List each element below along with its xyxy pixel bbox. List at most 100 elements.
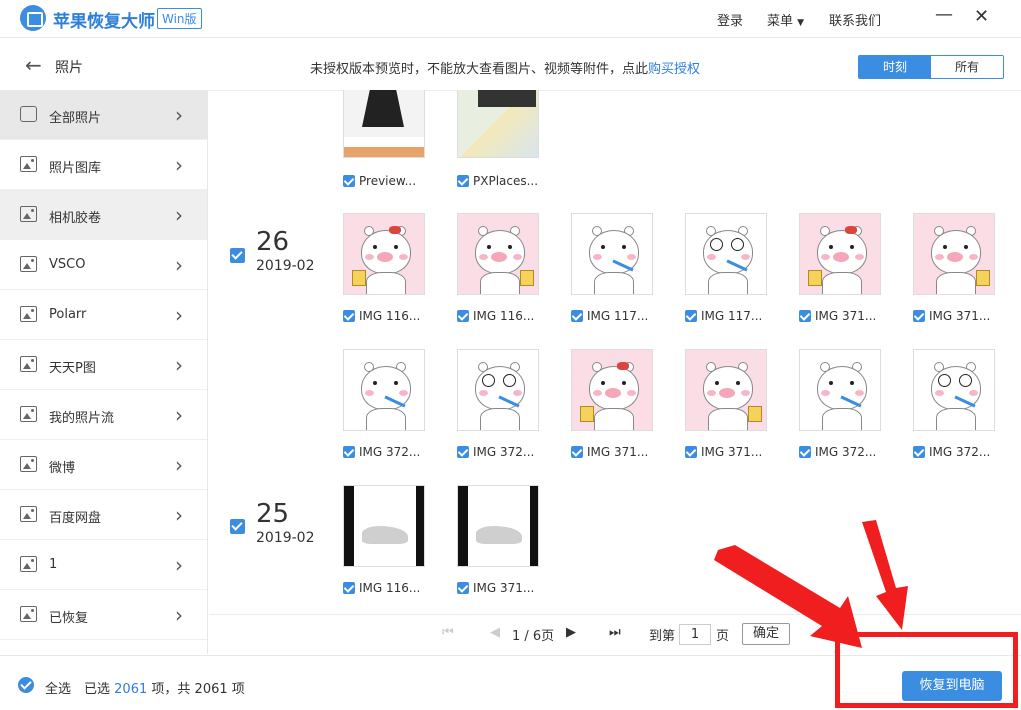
chevron-right-icon: ›: [175, 153, 183, 177]
menu-caret-icon: ▼: [797, 18, 805, 28]
photo-caption[interactable]: IMG 116...: [457, 309, 534, 323]
photo-thumbnail[interactable]: [457, 485, 539, 567]
sidebar-item-tiantian[interactable]: 天天P图 ›: [0, 340, 207, 390]
sidebar-item-recovered[interactable]: 已恢复 ›: [0, 590, 207, 640]
sidebar-item-label: 天天P图: [49, 361, 96, 376]
checkbox-checked-icon: [343, 446, 355, 458]
photo-thumbnail[interactable]: [343, 213, 425, 295]
sidebar-item-label: Polarr: [49, 307, 87, 322]
select-all-label[interactable]: 全选: [45, 678, 71, 697]
photo-caption[interactable]: IMG 371...: [457, 581, 534, 595]
back-arrow-icon[interactable]: ←: [25, 53, 42, 77]
close-button[interactable]: ✕: [974, 6, 989, 27]
photo-caption[interactable]: IMG 117...: [571, 309, 648, 323]
photo-caption[interactable]: IMG 372...: [799, 445, 876, 459]
photo-caption[interactable]: IMG 372...: [457, 445, 534, 459]
next-page-icon[interactable]: ▶: [566, 625, 576, 640]
menu-link[interactable]: 菜单 ▼: [767, 10, 804, 29]
menu-label: 菜单: [767, 14, 794, 29]
chevron-right-icon: ›: [175, 253, 183, 277]
image-icon: [20, 256, 37, 272]
image-icon: [20, 356, 37, 372]
minimize-button[interactable]: —: [935, 4, 953, 25]
sidebar-item-label: 照片图库: [49, 161, 102, 176]
prev-page-icon[interactable]: ◀: [490, 625, 500, 640]
sidebar-item-label: 1: [49, 557, 58, 572]
selected-count: 2061: [114, 682, 148, 697]
photo-thumbnail[interactable]: [343, 90, 425, 158]
pagination: ⏮ ◀ 1 / 6页 ▶ ⏭ 到第 1 页 确定: [209, 614, 1021, 654]
photo-thumbnail[interactable]: [913, 213, 995, 295]
photo-caption[interactable]: IMG 371...: [571, 445, 648, 459]
buy-license-link[interactable]: 购买授权: [648, 62, 700, 77]
sidebar-item-weibo[interactable]: 微博 ›: [0, 440, 207, 490]
group-select-checkbox[interactable]: [230, 519, 245, 534]
tab-all[interactable]: 所有: [931, 56, 1003, 78]
photo-thumbnail[interactable]: [571, 349, 653, 431]
photo-caption[interactable]: IMG 117...: [685, 309, 762, 323]
sidebar-item-all-photos[interactable]: 全部照片 ›: [0, 90, 207, 140]
photo-thumbnail[interactable]: [913, 349, 995, 431]
photo-thumbnail[interactable]: [571, 213, 653, 295]
photo-thumbnail[interactable]: [343, 349, 425, 431]
first-page-icon[interactable]: ⏮: [442, 625, 454, 640]
photo-caption[interactable]: IMG 371...: [913, 309, 990, 323]
group-select-checkbox[interactable]: [230, 248, 245, 263]
chevron-right-icon: ›: [175, 103, 183, 127]
last-page-icon[interactable]: ⏭: [609, 625, 621, 640]
sidebar-item-1[interactable]: 1 ›: [0, 540, 207, 590]
sidebar-item-label: 已恢复: [49, 611, 89, 626]
image-icon: [20, 506, 37, 522]
recover-to-computer-button[interactable]: 恢复到电脑: [902, 671, 1002, 701]
photo-thumbnail[interactable]: [799, 213, 881, 295]
sidebar-item-label: 全部照片: [49, 111, 102, 126]
group-year-month: 2019-02: [256, 258, 315, 274]
checkbox-checked-icon: [799, 310, 811, 322]
checkbox-checked-icon: [685, 310, 697, 322]
tab-moments[interactable]: 时刻: [859, 56, 931, 78]
sidebar-item-baidu[interactable]: 百度网盘 ›: [0, 490, 207, 540]
chevron-right-icon: ›: [175, 503, 183, 527]
photo-thumbnail[interactable]: [457, 213, 539, 295]
confirm-page-button[interactable]: 确定: [742, 623, 790, 645]
image-icon: [20, 206, 37, 222]
app-logo-icon: [20, 5, 46, 31]
photo-caption[interactable]: IMG 372...: [913, 445, 990, 459]
document-icon: [20, 106, 37, 122]
photo-caption[interactable]: IMG 371...: [685, 445, 762, 459]
photo-thumbnail[interactable]: [799, 349, 881, 431]
chevron-right-icon: ›: [175, 303, 183, 327]
checkbox-checked-icon: [685, 446, 697, 458]
sidebar-item-photo-library[interactable]: 照片图库 ›: [0, 140, 207, 190]
photo-caption[interactable]: PXPlaces...: [457, 174, 538, 188]
total-count: 2061: [194, 682, 228, 697]
checkbox-checked-icon: [457, 310, 469, 322]
sidebar-item-label: VSCO: [49, 257, 86, 272]
group-day: 26: [256, 227, 290, 257]
sidebar-item-vsco[interactable]: VSCO ›: [0, 240, 207, 290]
photo-thumbnail[interactable]: [685, 349, 767, 431]
photo-caption[interactable]: IMG 116...: [343, 309, 420, 323]
select-all-checkbox[interactable]: [18, 677, 34, 693]
photo-caption[interactable]: IMG 372...: [343, 445, 420, 459]
group-day: 25: [256, 499, 290, 529]
sub-header: ← 照片 未授权版本预览时，不能放大查看图片、视频等附件，点此购买授权 时刻 所…: [0, 39, 1021, 91]
sidebar-item-camera-roll[interactable]: 相机胶卷 ›: [0, 190, 207, 240]
checkbox-checked-icon: [571, 446, 583, 458]
photo-caption[interactable]: IMG 371...: [799, 309, 876, 323]
image-icon: [20, 306, 37, 322]
sidebar-item-polarr[interactable]: Polarr ›: [0, 290, 207, 340]
photo-thumbnail[interactable]: [685, 213, 767, 295]
page-title: 照片: [55, 60, 83, 76]
photo-thumbnail[interactable]: [457, 349, 539, 431]
contact-link[interactable]: 联系我们: [829, 10, 881, 29]
photo-thumbnail[interactable]: [457, 90, 539, 158]
login-link[interactable]: 登录: [717, 10, 743, 29]
selection-summary: 已选 2061 项，共 2061 项: [84, 682, 245, 697]
checkbox-checked-icon: [799, 446, 811, 458]
photo-caption[interactable]: IMG 116...: [343, 581, 420, 595]
photo-caption[interactable]: Preview...: [343, 174, 416, 188]
photo-thumbnail[interactable]: [343, 485, 425, 567]
sidebar-item-photo-stream[interactable]: 我的照片流 ›: [0, 390, 207, 440]
page-number-input[interactable]: 1: [679, 624, 711, 645]
